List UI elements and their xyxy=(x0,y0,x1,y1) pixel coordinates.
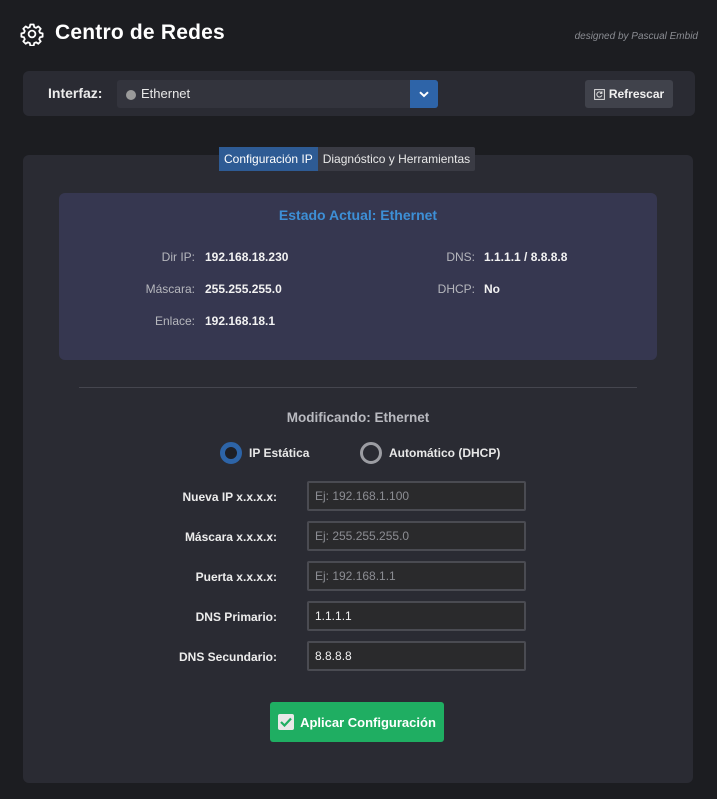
app-header: Centro de Redes designed by Pascual Embi… xyxy=(20,20,700,50)
interface-status-dot-icon xyxy=(126,90,136,100)
dns-primary-label: DNS Primario: xyxy=(195,610,277,624)
radio-selected-icon[interactable] xyxy=(220,442,242,464)
section-divider xyxy=(79,387,637,388)
dns-value: 1.1.1.1 / 8.8.8.8 xyxy=(484,250,568,264)
modifying-title: Modificando: Ethernet xyxy=(286,410,430,425)
mask-input[interactable] xyxy=(307,521,526,551)
dhcp-value: No xyxy=(484,282,500,296)
interface-select[interactable]: Ethernet xyxy=(117,80,438,108)
gateway-input[interactable] xyxy=(307,561,526,591)
refresh-label: Refrescar xyxy=(608,87,665,101)
gateway-field-label: Puerta x.x.x.x: xyxy=(195,570,277,584)
dhcp-label: DHCP: xyxy=(437,282,475,296)
mask-label: Máscara: xyxy=(145,282,195,296)
gateway-label: Enlace: xyxy=(154,314,195,328)
gear-icon xyxy=(20,23,44,46)
chevron-down-icon[interactable] xyxy=(410,80,438,108)
dns-primary-input[interactable] xyxy=(307,601,526,631)
designer-credit: designed by Pascual Embid xyxy=(574,31,698,42)
dns-secondary-label: DNS Secundario: xyxy=(178,650,277,664)
interface-bar: Interfaz: Ethernet Refrescar xyxy=(23,71,695,116)
app-title: Centro de Redes xyxy=(55,21,225,44)
checkmark-icon xyxy=(278,714,295,730)
ip-value: 192.168.18.230 xyxy=(205,250,289,264)
ip-label: Dir IP: xyxy=(161,250,195,264)
apply-config-button[interactable]: Aplicar Configuración xyxy=(270,702,444,742)
new-ip-input[interactable] xyxy=(307,481,526,511)
radio-dhcp[interactable]: Automático (DHCP) xyxy=(360,442,500,464)
interface-label: Interfaz: xyxy=(48,85,103,101)
tab-bar: Configuración IP Diagnóstico y Herramien… xyxy=(219,147,476,171)
dns-label: DNS: xyxy=(446,250,475,264)
tab-diagnostico[interactable]: Diagnóstico y Herramientas xyxy=(318,147,475,171)
refresh-icon xyxy=(593,88,605,100)
apply-config-label: Aplicar Configuración xyxy=(300,714,436,730)
refresh-button[interactable]: Refrescar xyxy=(585,80,673,108)
config-panel: Configuración IP Diagnóstico y Herramien… xyxy=(23,147,693,783)
status-title: Estado Actual: Ethernet xyxy=(278,207,438,223)
tab-configuracion-ip[interactable]: Configuración IP xyxy=(219,147,318,171)
radio-static-label: IP Estática xyxy=(249,446,310,460)
status-card: Estado Actual: Ethernet Dir IP: 192.168.… xyxy=(59,193,657,360)
mask-value: 255.255.255.0 xyxy=(205,282,282,296)
mask-field-label: Máscara x.x.x.x: xyxy=(184,530,277,544)
radio-dhcp-label: Automático (DHCP) xyxy=(389,446,501,460)
new-ip-label: Nueva IP x.x.x.x: xyxy=(182,490,278,504)
radio-static-ip[interactable]: IP Estática xyxy=(220,442,309,464)
radio-unselected-icon[interactable] xyxy=(360,442,382,464)
dns-secondary-input[interactable] xyxy=(307,641,526,671)
interface-selected-value: Ethernet xyxy=(141,86,191,101)
gateway-value: 192.168.18.1 xyxy=(205,314,276,328)
